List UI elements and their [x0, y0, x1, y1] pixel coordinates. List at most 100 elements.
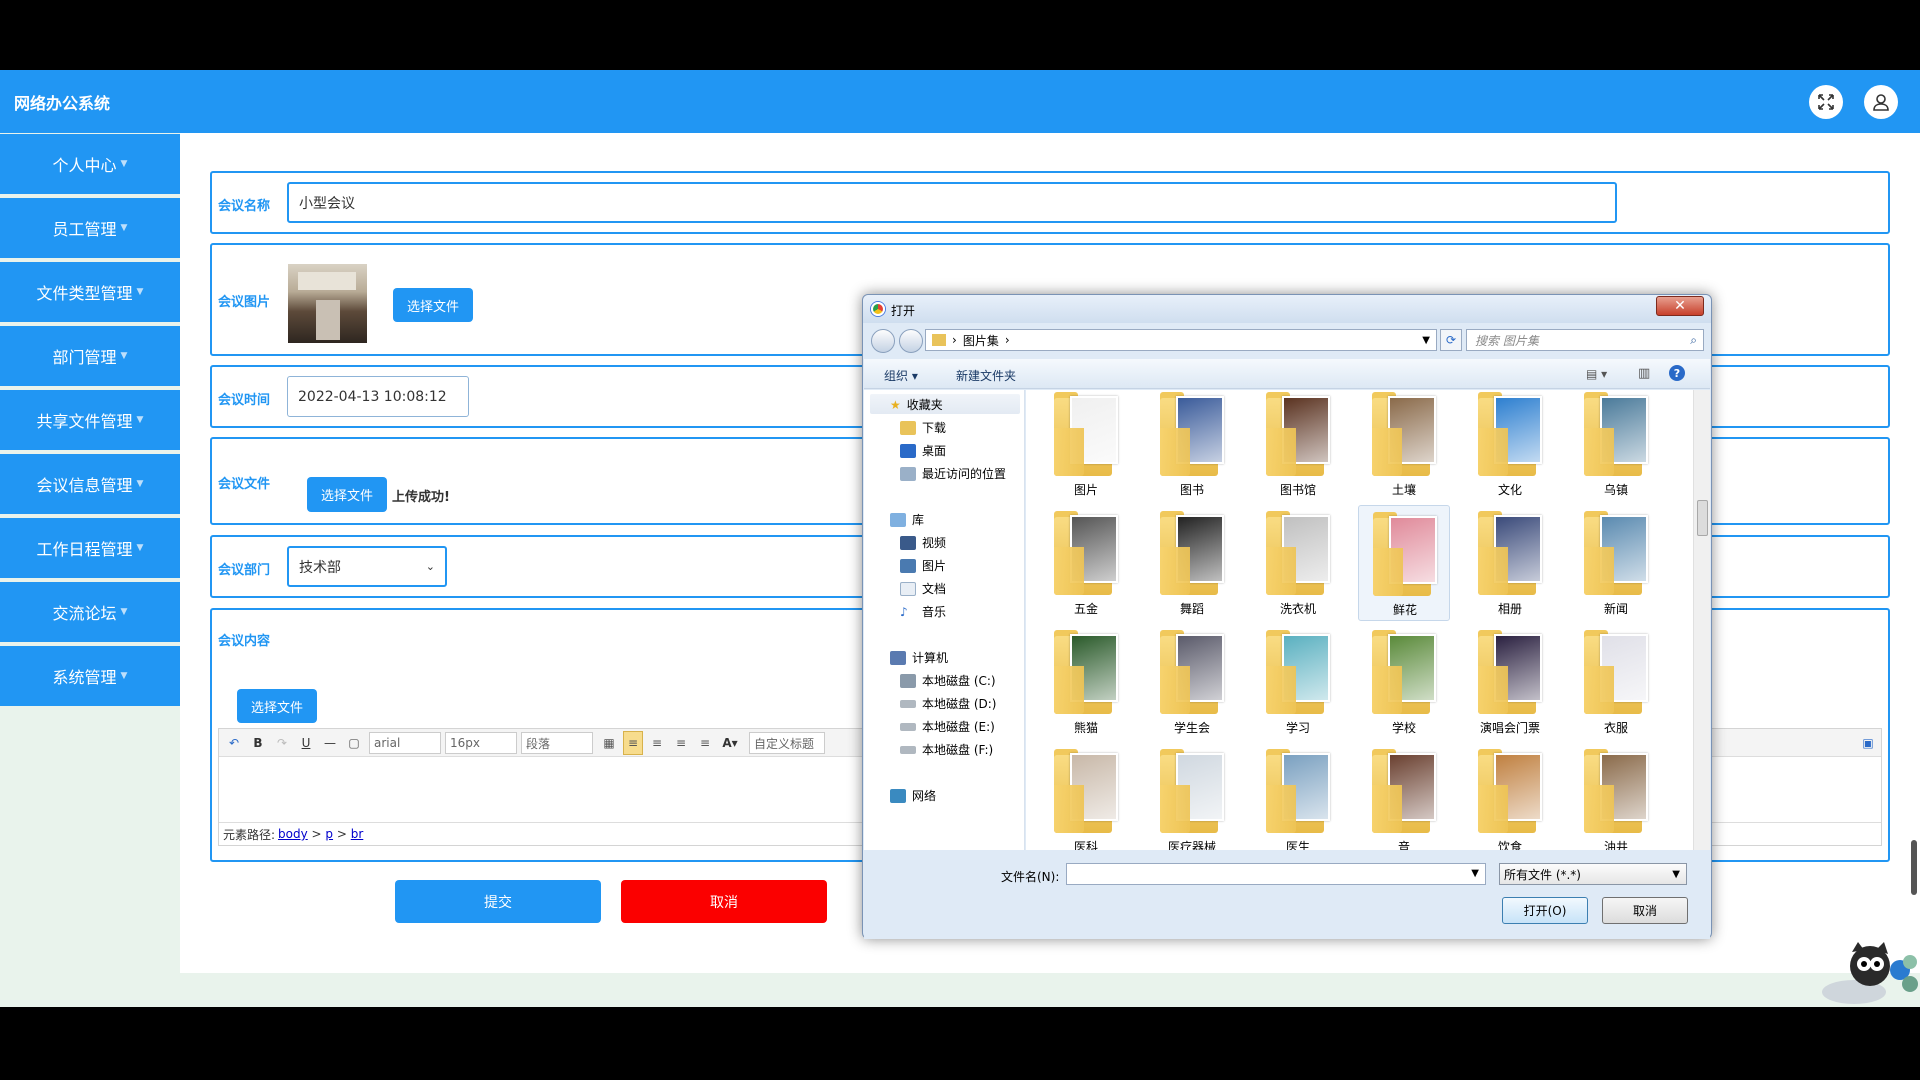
folder-item[interactable]: 乌镇	[1570, 390, 1662, 502]
align-center-icon[interactable]: ≡	[647, 731, 667, 755]
align-left-icon[interactable]: ≡	[623, 731, 643, 755]
sidebar-item-employee[interactable]: 员工管理 ▼	[0, 198, 180, 258]
nav-drive-f[interactable]: 本地磁盘 (F:)	[900, 741, 993, 758]
underline-icon[interactable]: U	[297, 731, 315, 755]
choose-image-button[interactable]: 选择文件	[393, 288, 473, 322]
align-right-icon[interactable]: ≡	[671, 731, 691, 755]
nav-pictures[interactable]: 图片	[900, 557, 946, 574]
sidebar-item-schedule[interactable]: 工作日程管理 ▼	[0, 518, 180, 578]
folder-item[interactable]: 衣服	[1570, 624, 1662, 740]
choose-content-file-button[interactable]: 选择文件	[237, 689, 317, 723]
nav-drive-e[interactable]: 本地磁盘 (E:)	[900, 718, 995, 735]
department-select[interactable]: 技术部 ⌄	[287, 546, 447, 587]
nav-favorites[interactable]: ★ 收藏夹	[890, 396, 943, 413]
table-icon[interactable]: ▦	[599, 731, 619, 755]
refresh-button[interactable]: ⟳	[1440, 329, 1462, 351]
open-button[interactable]: 打开(O)	[1502, 897, 1588, 924]
align-justify-icon[interactable]: ≡	[695, 731, 715, 755]
meeting-name-input[interactable]: 小型会议	[287, 182, 1617, 223]
user-menu-button[interactable]	[1864, 85, 1898, 119]
folder-item[interactable]: 学习	[1252, 624, 1344, 740]
meeting-time-input[interactable]: 2022-04-13 10:08:12	[287, 376, 469, 417]
folder-item[interactable]: 学生会	[1146, 624, 1238, 740]
nav-network[interactable]: 网络	[890, 787, 936, 804]
fullscreen-editor-icon[interactable]: ▣	[1859, 731, 1877, 755]
nav-recent[interactable]: 最近访问的位置	[900, 465, 1006, 482]
search-input[interactable]: 搜索 图片集 ⌕	[1466, 329, 1704, 351]
folder-item[interactable]: 熊猫	[1040, 624, 1132, 740]
format-icon[interactable]: ▢	[345, 731, 363, 755]
sidebar-item-file-type[interactable]: 文件类型管理 ▼	[0, 262, 180, 322]
nav-desktop[interactable]: 桌面	[900, 442, 946, 459]
folder-item[interactable]: 图片	[1040, 390, 1132, 502]
font-color-icon[interactable]: A▾	[719, 731, 741, 755]
folder-item[interactable]: 土壤	[1358, 390, 1450, 502]
sidebar-item-meetings[interactable]: 会议信息管理 ▼	[0, 454, 180, 514]
forward-button[interactable]	[899, 329, 923, 353]
font-size-select[interactable]: 16px	[445, 732, 517, 754]
preview-pane-icon[interactable]: ▥	[1638, 366, 1650, 381]
nav-computer[interactable]: 计算机	[890, 649, 948, 666]
dialog-cancel-button[interactable]: 取消	[1602, 897, 1688, 924]
file-grid-scrollbar[interactable]	[1693, 390, 1710, 850]
breadcrumb-current[interactable]: 图片集	[963, 332, 999, 349]
dialog-close-button[interactable]: ✕	[1656, 296, 1704, 316]
sidebar-item-shared-files[interactable]: 共享文件管理 ▼	[0, 390, 180, 450]
sidebar-item-system[interactable]: 系统管理 ▼	[0, 646, 180, 706]
help-icon[interactable]: ?	[1669, 365, 1685, 381]
path-br-link[interactable]: br	[351, 827, 364, 841]
nav-music[interactable]: ♪ 音乐	[900, 603, 946, 620]
dialog-titlebar[interactable]: 打开 ✕	[863, 295, 1711, 323]
filename-input[interactable]: ▼	[1066, 863, 1486, 885]
scrollbar-thumb[interactable]	[1697, 500, 1708, 536]
folder-item[interactable]: 图书馆	[1252, 390, 1344, 502]
paragraph-select[interactable]: 段落	[521, 732, 593, 754]
nav-video[interactable]: 视频	[900, 534, 946, 551]
custom-title-select[interactable]: 自定义标题	[749, 732, 825, 754]
folder-item[interactable]: 医疗器械	[1146, 743, 1238, 850]
path-body-link[interactable]: body	[278, 827, 308, 841]
folder-item[interactable]: 五金	[1040, 505, 1132, 621]
caret-down-icon: ▼	[120, 607, 128, 617]
sidebar-item-forum[interactable]: 交流论坛 ▼	[0, 582, 180, 642]
sidebar-item-personal-center[interactable]: 个人中心 ▼	[0, 134, 180, 194]
folder-item[interactable]: 鲜花	[1358, 505, 1450, 621]
folder-item[interactable]: 学校	[1358, 624, 1450, 740]
path-p-link[interactable]: p	[325, 827, 333, 841]
nav-downloads[interactable]: 下载	[900, 419, 946, 436]
folder-item[interactable]: 油井	[1570, 743, 1662, 850]
page-scrollbar-thumb[interactable]	[1911, 840, 1917, 895]
nav-library[interactable]: 库	[890, 511, 924, 528]
new-folder-button[interactable]: 新建文件夹	[956, 367, 1016, 384]
font-family-select[interactable]: arial	[369, 732, 441, 754]
folder-item[interactable]: 音	[1358, 743, 1450, 850]
view-options-icon[interactable]: ▤ ▾	[1586, 367, 1607, 381]
nav-drive-d[interactable]: 本地磁盘 (D:)	[900, 695, 996, 712]
bold-icon[interactable]: B	[249, 731, 267, 755]
folder-item[interactable]: 医科	[1040, 743, 1132, 850]
mascot-widget[interactable]	[1814, 940, 1920, 1007]
back-button[interactable]	[871, 329, 895, 353]
folder-item[interactable]: 演唱会门票	[1464, 624, 1556, 740]
organize-menu[interactable]: 组织 ▾	[884, 367, 918, 384]
folder-item[interactable]: 文化	[1464, 390, 1556, 502]
cancel-button[interactable]: 取消	[621, 880, 827, 923]
horizontal-rule-icon[interactable]: —	[321, 731, 339, 755]
address-bar[interactable]: › 图片集 › ▼	[925, 329, 1437, 351]
submit-button[interactable]: 提交	[395, 880, 601, 923]
nav-documents[interactable]: 文档	[900, 580, 946, 597]
folder-item[interactable]: 图书	[1146, 390, 1238, 502]
folder-item[interactable]: 医生	[1252, 743, 1344, 850]
undo-icon[interactable]: ↶	[225, 731, 243, 755]
folder-item[interactable]: 新闻	[1570, 505, 1662, 621]
redo-icon[interactable]: ↷	[273, 731, 291, 755]
choose-meeting-file-button[interactable]: 选择文件	[307, 477, 387, 512]
folder-item[interactable]: 舞蹈	[1146, 505, 1238, 621]
sidebar-item-department[interactable]: 部门管理 ▼	[0, 326, 180, 386]
folder-item[interactable]: 相册	[1464, 505, 1556, 621]
nav-drive-c[interactable]: 本地磁盘 (C:)	[900, 672, 996, 689]
file-type-select[interactable]: 所有文件 (*.*) ▼	[1499, 863, 1687, 885]
fullscreen-button[interactable]	[1809, 85, 1843, 119]
folder-item[interactable]: 饮食	[1464, 743, 1556, 850]
folder-item[interactable]: 洗衣机	[1252, 505, 1344, 621]
